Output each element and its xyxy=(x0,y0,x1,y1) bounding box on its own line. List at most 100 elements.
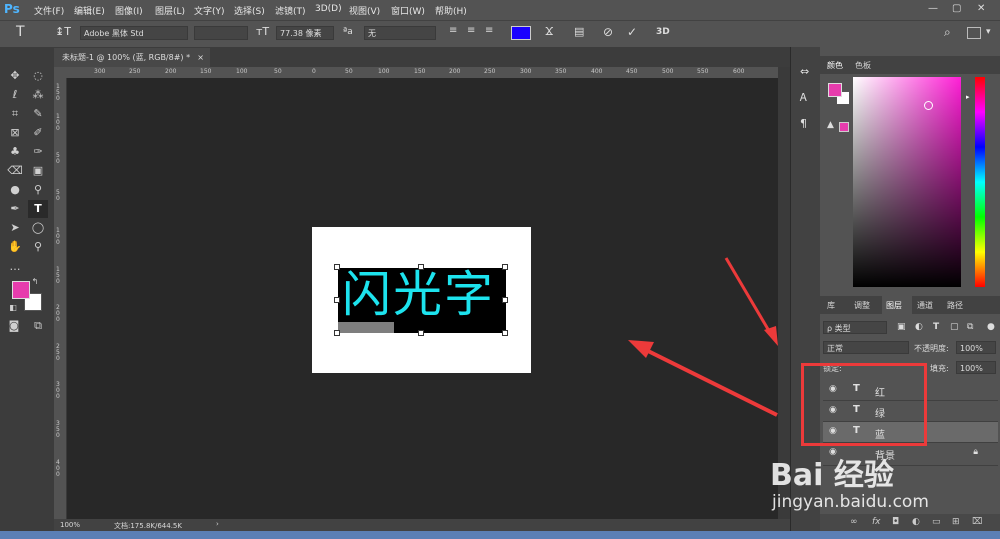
history-panel-icon[interactable]: ⇔ xyxy=(800,65,809,78)
add-mask-icon[interactable]: ◘ xyxy=(892,517,899,527)
gradient-icon[interactable]: ▣ xyxy=(28,162,48,180)
layer-style-icon[interactable]: fx xyxy=(872,517,881,527)
menu-select[interactable]: 选择(S) xyxy=(234,4,265,17)
workspace-icon[interactable] xyxy=(967,27,981,39)
hue-slider[interactable] xyxy=(975,77,985,287)
tab-channels[interactable]: 通道 xyxy=(917,300,933,311)
font-family-select[interactable]: Adobe 黑体 Std xyxy=(80,26,188,40)
transform-handle[interactable] xyxy=(502,297,508,303)
filter-type-icon[interactable]: T xyxy=(933,322,939,332)
filter-smart-object-icon[interactable]: ⧉ xyxy=(967,322,973,332)
font-style-select[interactable] xyxy=(194,26,248,40)
more-tools-icon[interactable]: … xyxy=(5,258,25,276)
crop-tool-icon[interactable]: ⌗ xyxy=(5,105,25,123)
color-picker-field[interactable] xyxy=(853,77,961,287)
close-tab-icon[interactable]: × xyxy=(197,48,204,67)
text-color-swatch[interactable] xyxy=(511,26,531,40)
transform-handle[interactable] xyxy=(502,264,508,270)
menu-filter[interactable]: 滤镜(T) xyxy=(275,4,306,17)
tab-adjustments[interactable]: 调整 xyxy=(854,300,870,311)
menu-window[interactable]: 窗口(W) xyxy=(391,4,425,17)
character-panel-icon[interactable]: Ꭺ xyxy=(800,91,807,105)
adjustment-layer-icon[interactable]: ◐ xyxy=(912,517,920,527)
color-panel-foreground-swatch[interactable] xyxy=(828,83,842,97)
character-panel-icon[interactable]: ▤ xyxy=(574,25,584,38)
transform-handle[interactable] xyxy=(334,264,340,270)
swap-colors-icon[interactable]: ↰ xyxy=(30,277,40,287)
foreground-color-swatch[interactable] xyxy=(12,281,30,299)
new-layer-icon[interactable]: ⊞ xyxy=(952,517,960,527)
color-picker-cursor[interactable] xyxy=(924,101,933,110)
transform-handle[interactable] xyxy=(418,330,424,336)
menu-type[interactable]: 文字(Y) xyxy=(194,4,225,17)
transform-handle[interactable] xyxy=(502,330,508,336)
workspace-menu-icon[interactable]: ▾ xyxy=(986,27,991,37)
type-tool-preset-icon[interactable]: T xyxy=(16,24,25,40)
lasso-tool-icon[interactable]: ℓ xyxy=(5,86,25,104)
zoom-level[interactable]: 100% xyxy=(60,521,80,529)
layer-filter-select[interactable]: ρ 类型 xyxy=(823,321,887,334)
tab-swatches[interactable]: 色板 xyxy=(855,60,871,71)
tab-layers[interactable]: 图层 xyxy=(886,300,902,311)
antialias-select[interactable]: 无 xyxy=(364,26,436,40)
type-tool-icon[interactable]: T xyxy=(28,200,48,218)
menu-3d[interactable]: 3D(D) xyxy=(315,4,342,14)
opacity-field[interactable]: 100% xyxy=(956,341,996,354)
align-left-icon[interactable]: ≡ xyxy=(449,25,457,36)
default-colors-icon[interactable]: ◧ xyxy=(8,303,18,313)
dodge-tool-icon[interactable]: ⚲ xyxy=(28,181,48,199)
magic-wand-icon[interactable]: ⁂ xyxy=(28,86,48,104)
tab-color[interactable]: 颜色 xyxy=(827,60,843,71)
restore-button[interactable]: ▢ xyxy=(952,3,961,14)
link-layers-icon[interactable]: ∞ xyxy=(850,517,858,527)
font-size-field[interactable]: 77.38 像素 xyxy=(276,26,334,40)
gamut-swatch[interactable] xyxy=(839,122,849,132)
healing-brush-icon[interactable]: ⊠ xyxy=(5,124,25,142)
screen-mode-icon[interactable]: ⧉ xyxy=(28,317,48,335)
hue-slider-handle[interactable]: ▸ xyxy=(966,93,970,101)
search-icon[interactable]: ⌕ xyxy=(944,25,951,40)
canvas-text[interactable]: 闪光字 xyxy=(342,262,495,328)
ellipse-tool-icon[interactable]: ◯ xyxy=(28,219,48,237)
transform-handle[interactable] xyxy=(418,264,424,270)
menu-file[interactable]: 文件(F) xyxy=(34,4,64,17)
tab-libraries[interactable]: 库 xyxy=(827,300,835,311)
menu-edit[interactable]: 编辑(E) xyxy=(74,4,105,17)
align-right-icon[interactable]: ≡ xyxy=(485,25,493,36)
path-selection-icon[interactable]: ➤ xyxy=(5,219,25,237)
eraser-icon[interactable]: ⌫ xyxy=(5,162,25,180)
commit-icon[interactable]: ✓ xyxy=(627,25,637,39)
out-of-gamut-warning-icon[interactable]: ▲ xyxy=(827,120,834,130)
menu-image[interactable]: 图像(I) xyxy=(115,4,143,17)
quick-mask-icon[interactable]: ◙ xyxy=(4,317,24,335)
move-tool-icon[interactable]: ✥ xyxy=(5,67,25,85)
filter-pixel-icon[interactable]: ▣ xyxy=(897,322,906,332)
filter-adjustment-icon[interactable]: ◐ xyxy=(915,322,923,332)
transform-handle[interactable] xyxy=(334,330,340,336)
document-tab[interactable]: 未标题-1 @ 100% (蓝, RGB/8#) * × xyxy=(54,48,210,67)
pen-tool-icon[interactable]: ✒ xyxy=(5,200,25,218)
status-menu-icon[interactable]: › xyxy=(216,520,219,528)
warp-text-icon[interactable]: Ϫ xyxy=(545,25,553,38)
zoom-tool-icon[interactable]: ⚲ xyxy=(28,238,48,256)
paragraph-panel-icon[interactable]: ¶ xyxy=(800,117,807,130)
filter-toggle-icon[interactable]: ● xyxy=(987,322,995,332)
brush-tool-icon[interactable]: ✐ xyxy=(28,124,48,142)
menu-layer[interactable]: 图层(L) xyxy=(155,4,185,17)
toggle-text-orientation-icon[interactable]: ↨T xyxy=(55,25,71,38)
transform-handle[interactable] xyxy=(334,297,340,303)
filter-shape-icon[interactable]: ▢ xyxy=(950,322,959,332)
menu-view[interactable]: 视图(V) xyxy=(349,4,380,17)
menu-help[interactable]: 帮助(H) xyxy=(435,4,467,17)
blend-mode-select[interactable]: 正常 xyxy=(823,341,909,354)
history-brush-icon[interactable]: ✑ xyxy=(28,143,48,161)
close-button[interactable]: ✕ xyxy=(977,3,985,14)
minimize-button[interactable]: — xyxy=(928,3,938,14)
delete-layer-icon[interactable]: ⌧ xyxy=(972,517,982,527)
eyedropper-icon[interactable]: ✎ xyxy=(28,105,48,123)
blur-tool-icon[interactable]: ● xyxy=(5,181,25,199)
new-group-icon[interactable]: ▭ xyxy=(932,517,941,527)
marquee-tool-icon[interactable]: ◌ xyxy=(28,67,48,85)
align-center-icon[interactable]: ≡ xyxy=(467,25,475,36)
clone-stamp-icon[interactable]: ♣ xyxy=(5,143,25,161)
